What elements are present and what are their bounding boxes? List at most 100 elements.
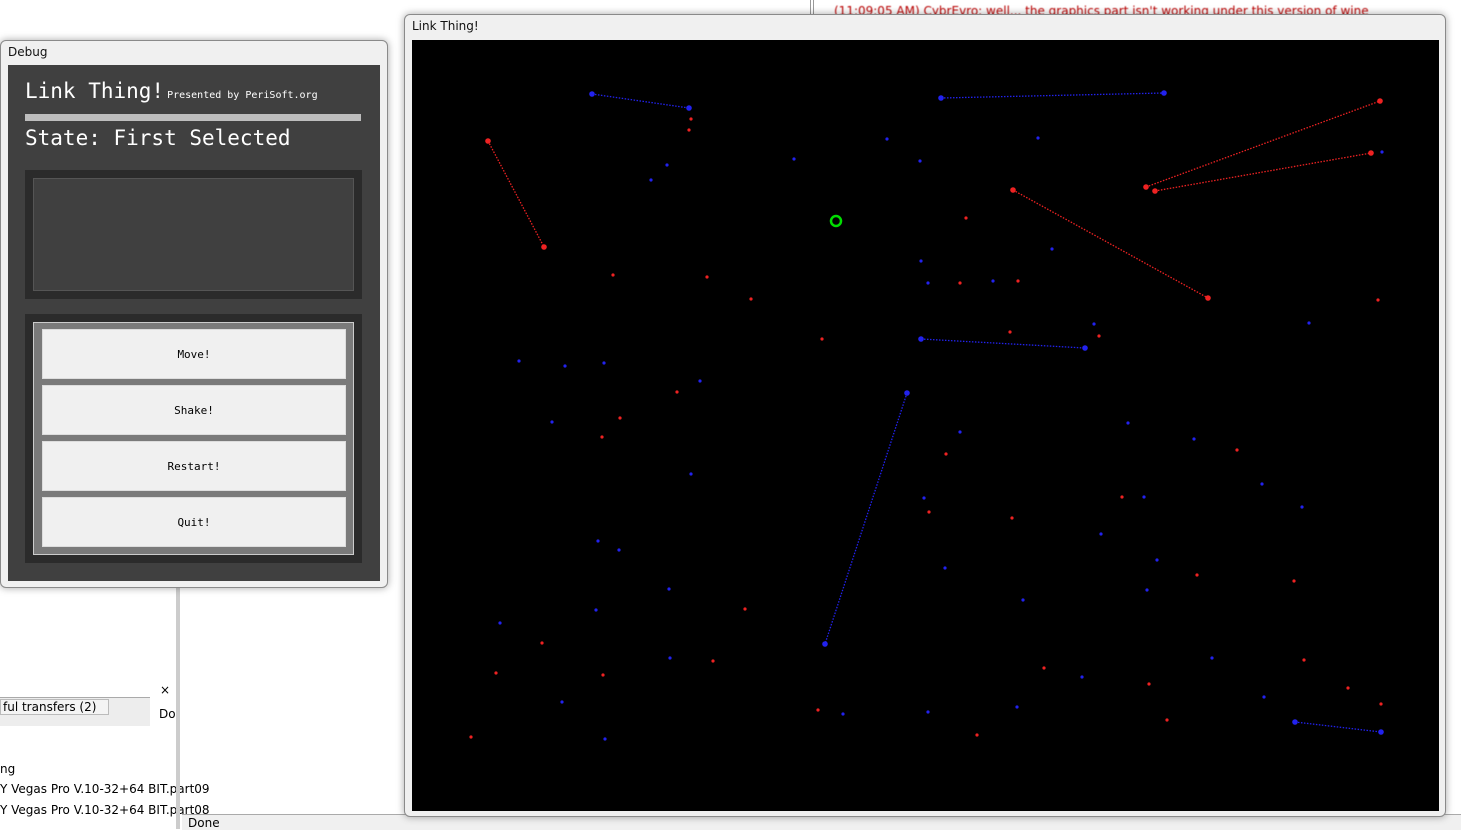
red-node[interactable]	[1042, 666, 1046, 670]
blue-node[interactable]	[926, 710, 930, 714]
red-node[interactable]	[743, 607, 747, 611]
blue-node[interactable]	[1080, 675, 1084, 679]
red-node[interactable]	[1379, 702, 1383, 706]
red-node[interactable]	[820, 337, 824, 341]
red-node[interactable]	[1302, 658, 1306, 662]
blue-node[interactable]	[1099, 532, 1103, 536]
red-node[interactable]	[1376, 298, 1380, 302]
red-node[interactable]	[1097, 334, 1101, 338]
red-node[interactable]	[1010, 516, 1014, 520]
red-node[interactable]	[689, 117, 693, 121]
linked-node[interactable]	[1082, 345, 1088, 351]
red-node[interactable]	[1147, 682, 1151, 686]
linked-node[interactable]	[686, 105, 692, 111]
selected-node-ring[interactable]	[829, 214, 843, 228]
blue-node[interactable]	[1192, 437, 1196, 441]
red-node[interactable]	[1235, 448, 1239, 452]
linked-node[interactable]	[1161, 90, 1167, 96]
red-node[interactable]	[1016, 279, 1020, 283]
linked-node[interactable]	[1377, 98, 1383, 104]
blue-node[interactable]	[1021, 598, 1025, 602]
close-icon[interactable]: ×	[160, 683, 170, 697]
red-node[interactable]	[469, 735, 473, 739]
red-node[interactable]	[1120, 495, 1124, 499]
blue-node[interactable]	[667, 587, 671, 591]
blue-node[interactable]	[560, 700, 564, 704]
red-node[interactable]	[749, 297, 753, 301]
blue-node[interactable]	[943, 566, 947, 570]
quit-button[interactable]: Quit!	[42, 497, 346, 547]
red-node[interactable]	[1346, 686, 1350, 690]
blue-node[interactable]	[649, 178, 653, 182]
shake-button[interactable]: Shake!	[42, 385, 346, 435]
blue-node[interactable]	[792, 157, 796, 161]
blue-node[interactable]	[1260, 482, 1264, 486]
blue-node[interactable]	[603, 737, 607, 741]
linked-node[interactable]	[1205, 295, 1211, 301]
blue-node[interactable]	[517, 359, 521, 363]
red-node[interactable]	[958, 281, 962, 285]
red-node[interactable]	[1165, 718, 1169, 722]
blue-node[interactable]	[885, 137, 889, 141]
blue-node[interactable]	[617, 548, 621, 552]
linked-node[interactable]	[918, 336, 924, 342]
blue-node[interactable]	[1126, 421, 1130, 425]
linked-node[interactable]	[485, 138, 491, 144]
blue-node[interactable]	[1015, 705, 1019, 709]
blue-node[interactable]	[1380, 150, 1384, 154]
blue-node[interactable]	[1307, 321, 1311, 325]
transfers-tab[interactable]: ful transfers (2)	[0, 699, 109, 715]
red-node[interactable]	[964, 216, 968, 220]
red-node[interactable]	[1195, 573, 1199, 577]
red-node[interactable]	[601, 673, 605, 677]
linked-node[interactable]	[1378, 729, 1384, 735]
move-button[interactable]: Move!	[42, 329, 346, 379]
blue-node[interactable]	[1145, 588, 1149, 592]
blue-node[interactable]	[689, 472, 693, 476]
blue-node[interactable]	[841, 712, 845, 716]
linked-node[interactable]	[1368, 150, 1374, 156]
linked-node[interactable]	[1143, 184, 1149, 190]
red-node[interactable]	[711, 659, 715, 663]
blue-node[interactable]	[1036, 136, 1040, 140]
blue-node[interactable]	[668, 656, 672, 660]
red-node[interactable]	[675, 390, 679, 394]
linked-node[interactable]	[589, 91, 595, 97]
blue-node[interactable]	[991, 279, 995, 283]
red-node[interactable]	[927, 510, 931, 514]
red-node[interactable]	[494, 671, 498, 675]
red-node[interactable]	[816, 708, 820, 712]
blue-node[interactable]	[1300, 505, 1304, 509]
do-button[interactable]: Do	[159, 707, 176, 721]
red-node[interactable]	[1008, 330, 1012, 334]
linked-node[interactable]	[541, 244, 547, 250]
red-node[interactable]	[705, 275, 709, 279]
blue-node[interactable]	[922, 496, 926, 500]
linked-node[interactable]	[904, 390, 910, 396]
blue-node[interactable]	[1050, 247, 1054, 251]
linked-node[interactable]	[1010, 187, 1016, 193]
linked-node[interactable]	[938, 95, 944, 101]
red-node[interactable]	[944, 452, 948, 456]
linked-node[interactable]	[1152, 188, 1158, 194]
file-item[interactable]: ng	[0, 762, 15, 776]
blue-node[interactable]	[665, 163, 669, 167]
red-node[interactable]	[540, 641, 544, 645]
blue-node[interactable]	[550, 420, 554, 424]
blue-node[interactable]	[918, 159, 922, 163]
game-canvas[interactable]	[412, 40, 1439, 811]
restart-button[interactable]: Restart!	[42, 441, 346, 491]
blue-node[interactable]	[698, 379, 702, 383]
blue-node[interactable]	[958, 430, 962, 434]
blue-node[interactable]	[1092, 322, 1096, 326]
blue-node[interactable]	[1155, 558, 1159, 562]
red-node[interactable]	[611, 273, 615, 277]
blue-node[interactable]	[602, 361, 606, 365]
blue-node[interactable]	[1142, 495, 1146, 499]
blue-node[interactable]	[919, 259, 923, 263]
red-node[interactable]	[687, 128, 691, 132]
red-node[interactable]	[1292, 579, 1296, 583]
red-node[interactable]	[975, 733, 979, 737]
blue-node[interactable]	[1210, 656, 1214, 660]
red-node[interactable]	[600, 435, 604, 439]
